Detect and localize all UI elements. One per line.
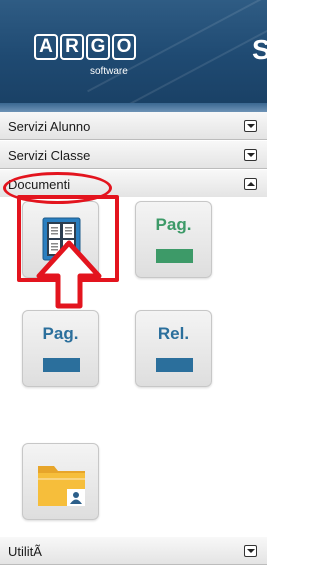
tile-label: Pag. <box>42 324 79 343</box>
pag-icon <box>156 249 193 263</box>
tile-pag[interactable]: Pag. <box>135 201 212 278</box>
arrow-up-icon <box>36 240 102 309</box>
menu-section-utilita[interactable]: UtilitÃ <box>0 537 267 565</box>
expand-icon[interactable] <box>244 120 257 132</box>
pag-icon <box>43 358 80 372</box>
header-title-partial: S <box>252 34 267 65</box>
logo-letter: O <box>112 34 136 60</box>
rel-icon <box>156 358 193 372</box>
tile-label: Rel. <box>157 324 190 343</box>
logo-letter: G <box>86 34 110 60</box>
header-divider <box>0 103 267 112</box>
expand-icon[interactable] <box>244 149 257 161</box>
tile-pag-2[interactable]: Pag. <box>22 310 99 387</box>
menu-section-label: UtilitÃ <box>8 544 42 559</box>
argo-logo: A R G O <box>34 34 136 60</box>
folder-user-icon <box>38 466 85 506</box>
annotation-ellipse <box>3 172 112 204</box>
logo-letter: A <box>34 34 58 60</box>
menu-section-servizi-classe[interactable]: Servizi Classe <box>0 141 267 169</box>
logo-letter: R <box>60 34 84 60</box>
tile-rel[interactable]: Rel. <box>135 310 212 387</box>
menu-section-label: Servizi Classe <box>8 148 91 163</box>
menu-section-servizi-alunno[interactable]: Servizi Alunno <box>0 112 267 140</box>
logo-subtitle: software <box>90 66 128 77</box>
menu-section-label: Servizi Alunno <box>8 119 91 134</box>
tile-label: Pag. <box>155 215 192 234</box>
tile-documenti-personali[interactable] <box>22 443 99 520</box>
expand-icon[interactable] <box>244 545 257 557</box>
app-header: A R G O software S <box>0 0 267 103</box>
collapse-icon[interactable] <box>244 178 257 190</box>
